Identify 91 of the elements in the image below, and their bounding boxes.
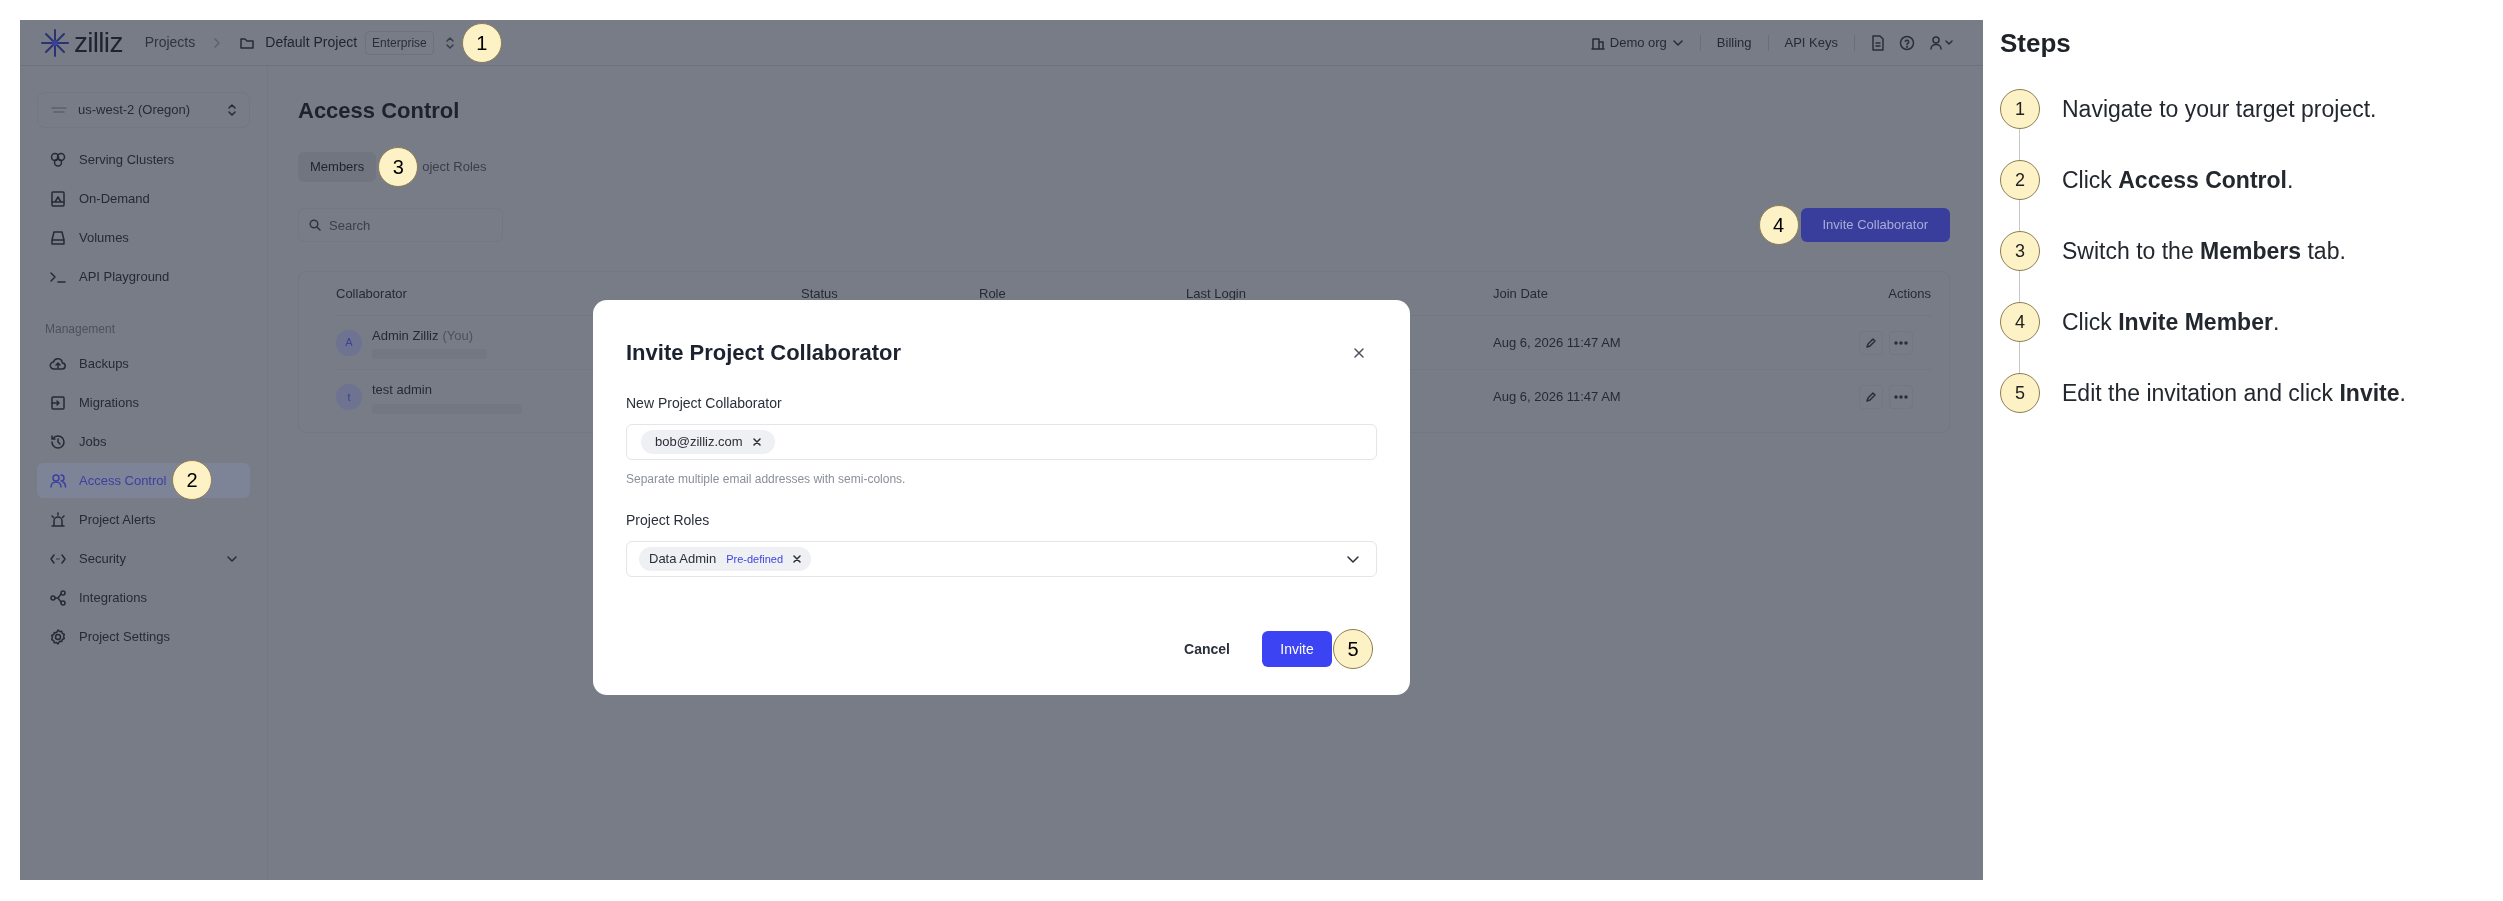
import-box-icon (49, 393, 67, 412)
page-title: Access Control (298, 97, 461, 125)
remove-icon (793, 555, 802, 563)
step-number: 2 (2000, 160, 2040, 200)
sidebar-item[interactable]: Project Alerts (37, 502, 250, 537)
help-icon (1899, 34, 1915, 51)
region-selector[interactable]: us-west-2 (Oregon) (37, 92, 250, 128)
sidebar-item[interactable]: Security (37, 541, 250, 576)
join-date: Aug 6, 2026 11:47 AM (1493, 388, 1622, 407)
column-header: Collaborator (336, 284, 408, 303)
email-chip: bob@zilliz.com (641, 430, 775, 454)
column-header: Actions (1888, 284, 1931, 303)
step-text: Navigate to your target project. (2062, 94, 2377, 124)
collaborator-name: test admin (372, 381, 432, 400)
up-down-chevron-icon (227, 103, 237, 117)
more-button[interactable] (1889, 385, 1913, 409)
document-icon (1871, 34, 1885, 51)
sidebar-item[interactable]: Integrations (37, 580, 250, 615)
step-marker: 3 (378, 147, 419, 187)
pencil-icon (1865, 391, 1877, 403)
join-date: Aug 6, 2026 11:47 AM (1493, 333, 1622, 352)
close-icon (1353, 346, 1365, 359)
sidebar-item[interactable]: Backups (37, 346, 250, 381)
steps-title: Steps (2000, 27, 2072, 60)
history-clock-icon (49, 432, 67, 451)
drive-icon (49, 228, 67, 247)
column-header: Last Login (1186, 284, 1247, 303)
clusters-icon (49, 150, 67, 169)
step-marker: 2 (172, 460, 212, 500)
step-text: Click Invite Member. (2062, 307, 2280, 337)
search-icon (309, 219, 321, 231)
sidebar-item[interactable]: Jobs (37, 424, 250, 459)
step-number: 4 (2000, 302, 2040, 342)
roles-select[interactable]: Data Admin Pre-defined (626, 541, 1377, 577)
sidebar-item[interactable]: API Playground (37, 259, 250, 294)
pencil-icon (1865, 336, 1877, 349)
search-field[interactable]: Search (298, 208, 503, 242)
field-label: Project Roles (626, 511, 711, 530)
more-dots-icon (1894, 340, 1908, 345)
picture-frame-icon (49, 189, 67, 208)
step-marker: 4 (1758, 205, 1799, 245)
users-icon (49, 471, 67, 490)
invite-button[interactable]: Invite (1262, 631, 1332, 667)
sidebar-item[interactable]: Project Settings (37, 619, 250, 654)
sidebar-item[interactable]: Migrations (37, 385, 250, 420)
sidebar-item[interactable]: Serving Clusters (37, 142, 250, 177)
step-text: Switch to the Members tab. (2062, 236, 2346, 266)
step-number: 1 (2000, 89, 2040, 129)
dialog-title: Invite Project Collaborator (626, 339, 902, 367)
step-marker: 5 (1333, 629, 1373, 669)
step-text: Edit the invitation and click Invite. (2062, 378, 2406, 408)
invite-collaborator-button[interactable]: Invite Collaborator (1800, 208, 1950, 242)
tab[interactable]: oject Roles (420, 152, 499, 182)
breadcrumb-link[interactable]: Projects (144, 32, 196, 53)
siren-icon (49, 510, 67, 529)
building-icon (1590, 35, 1605, 50)
step-marker: 1 (461, 22, 502, 63)
column-header: Role (979, 284, 1007, 303)
chevron-down-icon (1346, 554, 1360, 564)
edit-button[interactable] (1859, 330, 1883, 355)
logo-text: zilliz (74, 25, 123, 60)
more-button[interactable] (1889, 330, 1913, 355)
settings-icon (49, 627, 67, 646)
nav-link[interactable]: Billing (1716, 32, 1752, 53)
collaborator-name: Admin Zilliz (372, 326, 439, 345)
breadcrumb-link[interactable]: Default Project (265, 32, 358, 53)
predefined-tag: Pre-defined (726, 550, 784, 568)
share-nodes-icon (49, 588, 67, 607)
column-header: Join Date (1493, 284, 1549, 303)
step-number: 5 (2000, 373, 2040, 413)
field-hint: Separate multiple email addresses with semi-colons. (626, 471, 907, 488)
remove-icon (752, 438, 761, 446)
field-label: New Project Collaborator (626, 394, 783, 413)
step-number: 3 (2000, 231, 2040, 271)
email-input-field[interactable]: bob@zilliz.com (626, 424, 1377, 460)
sidebar-item[interactable]: On-Demand (37, 181, 250, 216)
step-text: Click Access Control. (2062, 165, 2294, 195)
nav-link[interactable]: API Keys (1784, 32, 1838, 53)
more-dots-icon (1894, 395, 1908, 399)
org-switcher[interactable]: Demo org (1590, 32, 1684, 53)
starburst-logo-icon (40, 27, 70, 58)
edit-button[interactable] (1859, 385, 1883, 409)
column-header: Status (801, 284, 839, 303)
up-down-chevron-icon (443, 34, 456, 51)
plan-tag: Enterprise (365, 30, 434, 55)
sidebar-item[interactable]: Access Control 2 (37, 463, 250, 498)
sidebar-item[interactable]: Volumes (37, 220, 250, 255)
role-chip: Data Admin Pre-defined (639, 547, 812, 571)
user-menu-icon (1929, 34, 1955, 51)
cancel-button[interactable]: Cancel (1184, 638, 1230, 660)
tab[interactable]: Members (298, 152, 377, 182)
